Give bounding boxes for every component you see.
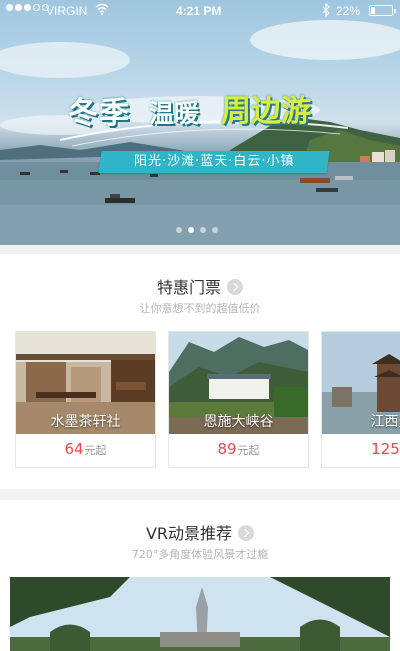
deal-card-name: 水墨茶轩社 [50, 414, 121, 430]
banner-title-word-2: 温暖 [149, 99, 200, 128]
vr-title[interactable]: VR动景推荐 [0, 520, 400, 544]
vr-section: VR动景推荐 720°多角度体验风景才过瘾 [0, 500, 400, 651]
deals-title[interactable]: 特惠门票 [0, 274, 400, 298]
pager-dot[interactable] [176, 227, 182, 233]
battery-percent: 22% [336, 4, 361, 18]
deal-card-name: 江西天 [370, 414, 400, 430]
deal-card[interactable]: 江西天 125元 [321, 331, 400, 468]
battery-icon [369, 5, 396, 16]
banner-title: 冬季 温暖 周边游 [65, 84, 345, 134]
chevron-right-icon[interactable] [238, 525, 255, 541]
signal-strength-icon [6, 4, 49, 11]
vr-subtitle: 720°多角度体验风景才过瘾 [131, 548, 269, 561]
banner-title-word-3: 周边游 [221, 94, 311, 129]
deal-card[interactable]: 水墨茶轩社 64元起 [15, 331, 156, 468]
banner-pager[interactable] [176, 227, 218, 233]
deal-card-price: 89元起 [169, 440, 308, 458]
banner-ribbon-text: 阳光·沙滩·蓝天·白云·小镇 [133, 154, 295, 169]
deal-card-price: 125元 [322, 440, 400, 458]
pager-dot-active[interactable] [188, 227, 194, 233]
deal-card-name: 恩施大峡谷 [203, 414, 274, 430]
pager-dot[interactable] [212, 227, 218, 233]
vr-title-text: VR动景推荐 [145, 524, 233, 543]
deals-section: 特惠门票 让你意想不到的超值低价 水墨茶轩社 64元起 恩施大峡谷 89元起 江… [0, 254, 400, 489]
price-unit: 元起 [84, 444, 107, 457]
deals-subtitle: 让你意想不到的超值低价 [139, 302, 261, 315]
chevron-right-icon[interactable] [227, 279, 243, 295]
deals-title-text: 特惠门票 [156, 278, 221, 297]
deal-card-price: 64元起 [16, 440, 155, 458]
price-value: 125 [371, 440, 400, 458]
carrier-name: VIRGIN [46, 4, 88, 18]
wifi-icon [95, 3, 109, 15]
bluetooth-icon [322, 3, 330, 17]
banner-title-word-1: 冬季 [68, 96, 130, 131]
pager-dot[interactable] [200, 227, 206, 233]
deal-card[interactable]: 恩施大峡谷 89元起 [168, 331, 309, 468]
price-value: 89 [217, 440, 237, 458]
status-bar: VIRGIN 4:21 PM 22% [0, 0, 400, 22]
price-unit: 元起 [237, 444, 260, 457]
hero-banner[interactable]: 冬季 温暖 周边游 阳光·沙滩·蓝天·白云·小镇 VIRGIN 4:21 PM [0, 0, 400, 245]
vr-panorama-image[interactable] [10, 577, 390, 651]
banner-ribbon: 阳光·沙滩·蓝天·白云·小镇 [98, 151, 330, 173]
price-value: 64 [64, 440, 84, 458]
status-time: 4:21 PM [176, 4, 222, 18]
